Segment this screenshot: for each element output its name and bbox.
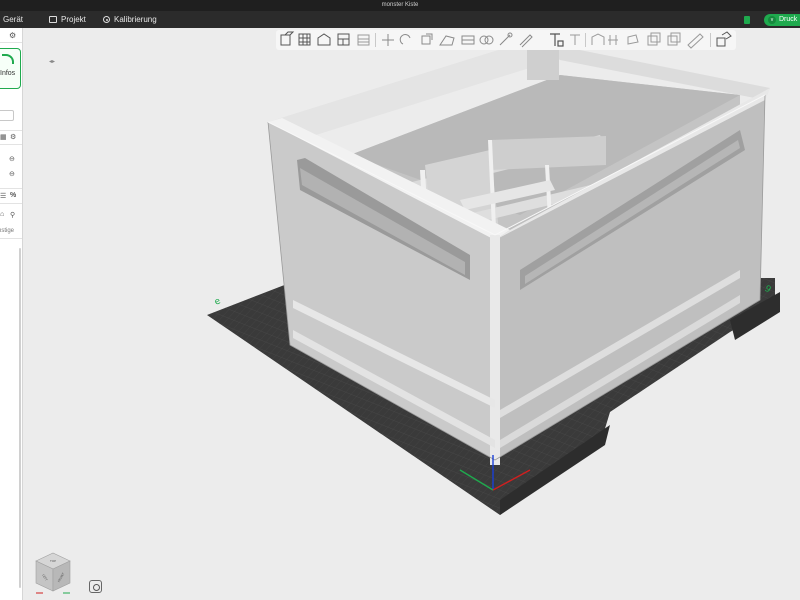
settings-icon[interactable]: ⚙ [10,133,16,141]
window-title: monster Kiste [381,2,419,8]
divider [0,42,22,43]
plate-icon[interactable]: ▦ [0,133,7,141]
divider [0,203,22,204]
lay-on-face-icon[interactable] [439,35,455,46]
ruler-icon[interactable] [687,33,704,49]
menu-project-label: Projekt [61,15,86,24]
measure-icon[interactable] [591,33,605,45]
collapse-panel-icon[interactable]: ◂▸ [49,58,57,65]
remove-circle-icon[interactable]: ⊖ [9,170,15,178]
divider [0,130,22,131]
plate-corner-marker: e [213,296,223,308]
home-icon[interactable]: ⌂ [0,211,4,218]
undo-height-icon[interactable] [667,32,681,46]
add-object-icon[interactable] [280,31,295,46]
assembly-icon[interactable] [570,34,580,45]
view-cube[interactable]: TOP LEFT FRONT [33,549,73,595]
rotate-icon[interactable] [399,34,411,45]
layout-toggle-icon[interactable] [744,16,750,24]
scene-canvas[interactable]: e 9 [23,28,800,600]
auto-orient-icon[interactable] [317,33,331,46]
variable-layer-icon[interactable] [647,32,661,46]
menu-device-label: Gerät [3,15,24,24]
fit-view-icon[interactable] [89,580,102,593]
scale-icon[interactable] [421,33,433,45]
left-panel: ⚙ Infos ▦ ⚙ ⊖ ⊖ ☰ % ⌂ ⚲ nstige [0,28,23,600]
seam-paint-icon[interactable] [519,34,533,48]
print-button[interactable]: v Druck [764,14,800,26]
project-icon [49,16,57,23]
chevron-down-icon: v [768,16,776,24]
calibration-icon [103,16,110,23]
menu-calibration[interactable]: Kalibrierung [103,11,157,28]
percent-icon[interactable]: % [10,192,16,199]
list-icon[interactable]: ☰ [0,192,6,200]
move-icon[interactable] [382,34,394,46]
mesh-boolean-icon[interactable] [479,35,494,45]
filament-field[interactable] [0,110,14,121]
view-cube-top-label: TOP [49,559,56,563]
text-tool-icon[interactable] [550,33,564,47]
split-parts-icon[interactable] [627,34,639,45]
support-paint-icon[interactable] [499,32,513,46]
add-plate-icon[interactable] [298,33,311,46]
top-toolbar [276,30,736,50]
menu-device[interactable]: Gerät [3,11,23,28]
info-label: Infos [0,70,16,77]
split-plate-icon[interactable] [357,34,370,46]
divider [0,144,22,145]
menu-calibration-label: Kalibrierung [114,15,157,24]
remove-circle-icon[interactable]: ⊖ [9,155,15,163]
left-panel-scrollbar[interactable] [19,248,21,588]
gear-icon[interactable]: ⚙ [9,31,16,40]
window-titlebar: monster Kiste [0,0,800,11]
assembly-view-icon[interactable] [716,31,732,47]
cut-icon[interactable] [461,35,475,45]
split-objects-icon[interactable] [608,35,618,45]
menu-bar: Gerät Projekt Kalibrierung v Druck [0,11,800,28]
3d-viewport[interactable]: e 9 ◂▸ [23,28,800,600]
arrange-icon[interactable] [337,33,350,46]
search-icon[interactable]: ⚲ [10,211,15,219]
divider [0,238,22,239]
divider [0,188,22,189]
print-button-label: Druck [779,16,798,23]
tab-misc-label[interactable]: nstige [0,228,14,234]
menu-project[interactable]: Projekt [49,11,86,28]
